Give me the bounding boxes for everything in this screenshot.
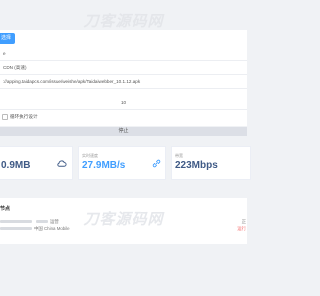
redacted-text [36, 220, 48, 224]
threads-row[interactable]: 10 [0, 96, 247, 110]
redacted-text [0, 227, 32, 231]
schedule-label: 循环执行设计 [10, 114, 38, 119]
select-tag[interactable]: 选择 [0, 33, 16, 44]
config-row-value: e [3, 51, 6, 56]
schedule-checkbox[interactable] [2, 113, 8, 120]
speed-stat-card: 实时速度 27.9MB/s [78, 146, 166, 180]
stop-button[interactable]: 停止 [0, 127, 247, 136]
node-text: 中国 China Mobile [34, 226, 70, 231]
node-type-row[interactable]: CDN (高速) [0, 61, 247, 75]
speed-value: 27.9MB/s [82, 160, 126, 171]
url-row[interactable]: ://apping.taidapcs.com/issue/weishe/apk/… [0, 75, 247, 89]
url-input[interactable]: ://apping.taidapcs.com/issue/weishe/apk/… [3, 75, 140, 89]
node-status: 运行 [237, 226, 246, 231]
node-type-value: CDN (高速) [3, 65, 27, 70]
total-stat-card: 0.9MB [0, 146, 73, 180]
speed-label: 实时速度 [82, 153, 98, 158]
watermark: 刀客源码网 [83, 12, 164, 30]
config-row[interactable]: e [0, 47, 247, 61]
redacted-text [0, 220, 32, 224]
threads-value[interactable]: 10 [0, 96, 247, 110]
schedule-row[interactable]: 循环执行设计 [0, 110, 247, 124]
stats-panel: 0.9MB 实时速度 27.9MB/s 带宽 223Mbps [0, 146, 251, 182]
nodes-title: 节点 [0, 206, 11, 212]
list-item[interactable]: 中国 China Mobile 运行 [0, 225, 247, 233]
node-text: 运营 [50, 219, 59, 224]
total-value: 0.9MB [1, 160, 31, 171]
config-card: 选择 e CDN (高速) ://apping.taidapcs.com/iss… [0, 30, 247, 126]
nodes-card: 节点 运营 正 中国 China Mobile 运行 [0, 198, 247, 244]
bandwidth-stat-card: 带宽 223Mbps [171, 146, 251, 180]
bandwidth-label: 带宽 [175, 153, 183, 158]
cloud-icon [57, 160, 67, 167]
link-icon [152, 159, 161, 168]
bandwidth-value: 223Mbps [175, 160, 218, 171]
